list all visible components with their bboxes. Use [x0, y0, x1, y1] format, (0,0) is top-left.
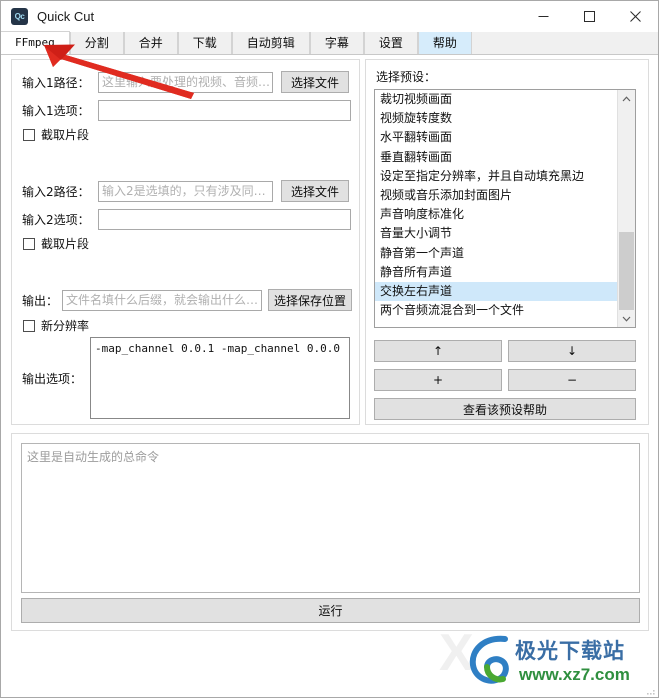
tab-help[interactable]: 帮助	[417, 32, 472, 54]
tab-split[interactable]: 分割	[69, 32, 124, 54]
input2-clip-checkbox[interactable]: 截取片段	[23, 235, 89, 252]
preset-item[interactable]: 视频或音乐添加封面图片	[375, 186, 619, 205]
tab-download[interactable]: 下载	[177, 32, 232, 54]
app-logo-icon: Qc	[11, 8, 28, 25]
output-options-label: 输出选项：	[22, 372, 83, 386]
input1-path-row: 输入1路径： 选择文件	[22, 71, 349, 93]
preset-listbox[interactable]: 裁切视频画面 视频旋转度数 水平翻转画面 垂直翻转画面 设定至指定分辨率，并且自…	[374, 89, 636, 328]
minimize-button[interactable]	[520, 1, 566, 32]
preset-help-button[interactable]: 查看该预设帮助	[374, 398, 636, 420]
preset-item[interactable]: 静音所有声道	[375, 263, 619, 282]
run-button[interactable]: 运行	[21, 598, 640, 623]
scroll-down-icon[interactable]	[618, 310, 635, 327]
input2-options-field[interactable]	[98, 209, 351, 230]
input2-path-label: 输入2路径：	[22, 184, 90, 199]
output-browse-button[interactable]: 选择保存位置	[268, 289, 352, 311]
move-preset-up-button[interactable]: ↑	[374, 340, 502, 362]
tab-strip-filler	[471, 32, 658, 54]
preset-move-buttons: ↑ ↓	[374, 340, 636, 362]
preset-group: 选择预设： 裁切视频画面 视频旋转度数 水平翻转画面 垂直翻转画面 设定至指定分…	[365, 59, 649, 425]
input2-path-row: 输入2路径： 选择文件	[22, 180, 349, 202]
preset-scrollbar[interactable]	[617, 90, 635, 327]
input1-path-field[interactable]	[98, 71, 273, 93]
output-path-row: 输出： 选择保存位置	[22, 289, 352, 311]
tab-ffmpeg[interactable]: FFmpeg	[1, 31, 70, 54]
add-preset-button[interactable]: +	[374, 369, 502, 391]
input1-options-field[interactable]	[98, 100, 351, 121]
new-resolution-checkbox[interactable]: 新分辨率	[23, 317, 89, 334]
window-title: Quick Cut	[37, 9, 95, 24]
title-bar: Qc Quick Cut	[1, 1, 658, 32]
checkbox-box-icon	[23, 319, 35, 332]
output-label: 输出：	[22, 293, 59, 308]
input-output-group: 输入1路径： 选择文件 输入1选项： 截取片段 输入2路径： 选择文件 输入2选…	[11, 59, 360, 425]
preset-item[interactable]: 裁切视频画面	[375, 90, 619, 109]
generated-command-textarea[interactable]	[21, 443, 640, 593]
preset-list: 裁切视频画面 视频旋转度数 水平翻转画面 垂直翻转画面 设定至指定分辨率，并且自…	[375, 90, 619, 327]
input1-clip-label: 截取片段	[41, 128, 90, 142]
close-button[interactable]	[612, 1, 658, 32]
input2-options-row: 输入2选项：	[22, 209, 351, 230]
new-resolution-label: 新分辨率	[41, 319, 90, 333]
tab-strip: FFmpeg 分割 合并 下载 自动剪辑 字幕 设置 帮助	[1, 31, 658, 55]
tab-auto-edit[interactable]: 自动剪辑	[231, 32, 310, 54]
preset-item[interactable]: 音量大小调节	[375, 224, 619, 243]
preset-item[interactable]: 垂直翻转画面	[375, 148, 619, 167]
tab-settings[interactable]: 设置	[363, 32, 418, 54]
preset-section-label: 选择预设：	[376, 70, 437, 84]
input2-options-label: 输入2选项：	[22, 213, 90, 227]
input1-browse-button[interactable]: 选择文件	[281, 71, 349, 93]
preset-item[interactable]: 声音响度标准化	[375, 205, 619, 224]
preset-item[interactable]: 静音第一个声道	[375, 244, 619, 263]
checkbox-box-icon	[23, 237, 35, 250]
watermark-url: www.xz7.com	[519, 665, 630, 684]
quick-cut-window: Qc Quick Cut FFmpeg 分割 合并 下载 自动剪辑 字幕 设置 …	[0, 0, 659, 698]
resize-grip-icon[interactable]	[645, 685, 655, 695]
scroll-up-icon[interactable]	[618, 90, 635, 107]
maximize-button[interactable]	[566, 1, 612, 32]
preset-item[interactable]: 水平翻转画面	[375, 128, 619, 147]
preset-item[interactable]: 视频旋转度数	[375, 109, 619, 128]
move-preset-down-button[interactable]: ↓	[508, 340, 636, 362]
scrollbar-thumb[interactable]	[619, 232, 634, 310]
remove-preset-button[interactable]: −	[508, 369, 636, 391]
input2-path-field[interactable]	[98, 180, 273, 202]
output-path-field[interactable]	[62, 289, 262, 311]
tab-merge[interactable]: 合并	[123, 32, 178, 54]
input1-options-row: 输入1选项：	[22, 100, 351, 121]
window-controls	[520, 1, 658, 32]
tab-subtitle[interactable]: 字幕	[309, 32, 364, 54]
preset-add-remove-buttons: + −	[374, 369, 636, 391]
input1-options-label: 输入1选项：	[22, 104, 90, 118]
input2-browse-button[interactable]: 选择文件	[281, 180, 349, 202]
input1-clip-checkbox[interactable]: 截取片段	[23, 126, 89, 143]
input2-clip-label: 截取片段	[41, 237, 90, 251]
preset-item[interactable]: 设定至指定分辨率，并且自动填充黑边	[375, 167, 619, 186]
preset-item[interactable]: 两个音频流混合到一个文件	[375, 301, 619, 320]
input1-path-label: 输入1路径：	[22, 75, 90, 90]
main-content: 输入1路径： 选择文件 输入1选项： 截取片段 输入2路径： 选择文件 输入2选…	[1, 55, 658, 640]
output-options-textarea[interactable]	[90, 337, 350, 419]
preset-item-selected[interactable]: 交换左右声道	[375, 281, 619, 302]
checkbox-box-icon	[23, 128, 35, 141]
command-group: 运行	[11, 433, 649, 631]
